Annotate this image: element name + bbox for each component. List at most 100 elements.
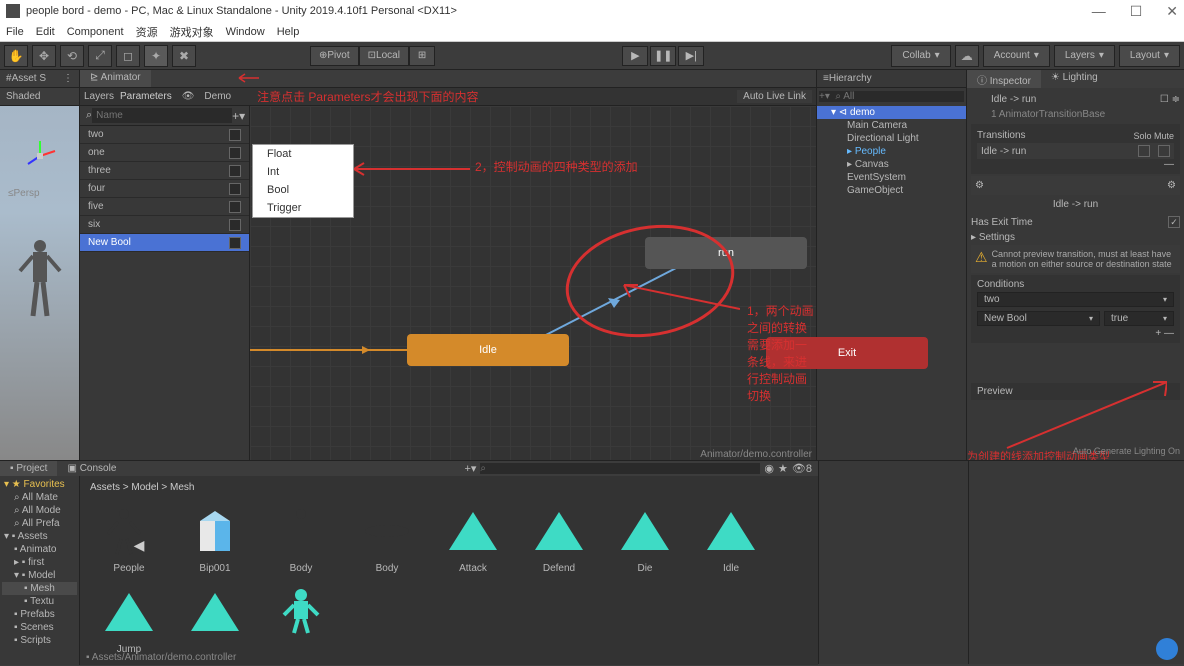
menu-component[interactable]: Component [67, 26, 124, 38]
orientation-gizmo[interactable] [20, 136, 60, 176]
pivot-toggle[interactable]: ⊕ Pivot [310, 46, 359, 66]
asset-attack[interactable]: Attack [434, 501, 512, 574]
scene-tab[interactable]: # Asset S ⋮ [0, 70, 79, 88]
animator-tab[interactable]: ⊵ Animator [80, 70, 151, 87]
gear-icon[interactable]: ⚙ [975, 180, 984, 191]
transition-row[interactable]: Idle -> run [981, 146, 1026, 157]
scale-tool[interactable]: ⤢ [88, 45, 112, 67]
type-int[interactable]: Int [253, 163, 353, 181]
node-run[interactable]: run [645, 237, 807, 269]
collab-dropdown[interactable]: Collab ▾ [891, 45, 950, 67]
hierarchy-header[interactable]: ≡ Hierarchy [817, 70, 966, 88]
pause-button[interactable]: ❚❚ [650, 46, 676, 66]
minimize-button[interactable]: — [1092, 3, 1106, 20]
project-search[interactable] [480, 463, 760, 474]
has-exit-checkbox[interactable] [1168, 216, 1180, 228]
star-icon[interactable]: ★ [778, 462, 788, 475]
hier-scene[interactable]: ▾ ⊲ demo [817, 106, 966, 119]
transform-tool[interactable]: ✦ [144, 45, 168, 67]
param-three[interactable]: three [80, 162, 249, 180]
shaded-dropdown[interactable]: Shaded [0, 88, 79, 106]
add-parameter-button[interactable]: +▾ [232, 109, 245, 123]
asset-body2[interactable]: Body [348, 501, 426, 574]
fav-pref[interactable]: ⌕ All Prefa [2, 517, 77, 530]
menu-assets[interactable]: 资源 [136, 24, 158, 40]
step-button[interactable]: ▶| [678, 46, 704, 66]
assets-folder[interactable]: ▾ ▪ Assets [2, 530, 77, 543]
asset-bip001[interactable]: Bip001 [176, 501, 254, 574]
preview-header[interactable]: Preview [971, 383, 1180, 400]
param-search-input[interactable] [92, 108, 232, 123]
menu-window[interactable]: Window [226, 26, 265, 38]
close-button[interactable]: ✕ [1166, 3, 1178, 20]
fav-mode[interactable]: ⌕ All Mode [2, 504, 77, 517]
param-newbool[interactable]: New Bool [80, 234, 249, 252]
layers-tab[interactable]: Layers [84, 91, 114, 102]
hier-camera[interactable]: Main Camera [817, 119, 966, 132]
hier-gameobject[interactable]: GameObject [817, 184, 966, 197]
scene-view[interactable]: ≤Persp [0, 106, 79, 460]
folder-animato[interactable]: ▪ Animato [2, 543, 77, 556]
folder-scenes[interactable]: ▪ Scenes [2, 621, 77, 634]
console-tab[interactable]: ▣ Console [57, 461, 126, 476]
hier-eventsystem[interactable]: EventSystem [817, 171, 966, 184]
filter-icon[interactable]: ◉ [764, 462, 774, 475]
chat-icon[interactable] [1156, 638, 1178, 660]
type-float[interactable]: Float [253, 145, 353, 163]
node-idle[interactable]: Idle [407, 334, 569, 366]
menu-edit[interactable]: Edit [36, 26, 55, 38]
move-tool[interactable]: ✥ [32, 45, 56, 67]
custom-tool[interactable]: ✖ [172, 45, 196, 67]
asset-jump[interactable]: Jump [90, 582, 168, 655]
folder-first[interactable]: ▸ ▪ first [2, 556, 77, 569]
hand-tool[interactable]: ✋ [4, 45, 28, 67]
add-button[interactable]: +▾ [464, 462, 476, 475]
hidden-icon[interactable]: 👁8 [792, 462, 812, 475]
local-toggle[interactable]: ⊡ Local [359, 46, 409, 66]
type-trigger[interactable]: Trigger [253, 199, 353, 217]
project-tab[interactable]: ▪ Project [0, 461, 57, 476]
folder-prefabs[interactable]: ▪ Prefabs [2, 608, 77, 621]
rect-tool[interactable]: ◻ [116, 45, 140, 67]
play-button[interactable]: ▶ [622, 46, 648, 66]
folder-mesh[interactable]: ▪ Mesh [2, 582, 77, 595]
hierarchy-search[interactable] [819, 91, 964, 102]
cloud-icon[interactable]: ☁ [955, 45, 979, 67]
condition-1-param[interactable]: two [977, 292, 1174, 307]
eye-icon[interactable]: 👁 [182, 91, 195, 102]
fav-mat[interactable]: ⌕ All Mate [2, 491, 77, 504]
condition-2-param[interactable]: New Bool [977, 311, 1100, 326]
type-bool[interactable]: Bool [253, 181, 353, 199]
settings-toggle[interactable]: ▸ Settings [971, 232, 1015, 243]
maximize-button[interactable]: ☐ [1130, 3, 1143, 20]
param-four[interactable]: four [80, 180, 249, 198]
condition-2-value[interactable]: true [1104, 311, 1174, 326]
asset-die[interactable]: Die [606, 501, 684, 574]
param-five[interactable]: five [80, 198, 249, 216]
layout-dropdown[interactable]: Layout ▾ [1119, 45, 1180, 67]
param-one[interactable]: one [80, 144, 249, 162]
hier-canvas[interactable]: ▸ Canvas [817, 158, 966, 171]
favorites-folder[interactable]: ▾ ★ Favorites [2, 478, 77, 491]
param-two[interactable]: two [80, 126, 249, 144]
parameters-tab[interactable]: Parameters [120, 91, 172, 102]
param-six[interactable]: six [80, 216, 249, 234]
inspector-tab[interactable]: ⓘ Inspector [967, 70, 1041, 88]
asset-defend[interactable]: Defend [520, 501, 598, 574]
menu-help[interactable]: Help [277, 26, 300, 38]
add-condition-button[interactable]: + [1155, 328, 1161, 339]
character-model[interactable] [15, 236, 65, 336]
hier-light[interactable]: Directional Light [817, 132, 966, 145]
hier-people[interactable]: ▸ People [817, 145, 966, 158]
folder-scripts[interactable]: ▪ Scripts [2, 634, 77, 647]
folder-model[interactable]: ▾ ▪ Model [2, 569, 77, 582]
auto-live-link[interactable]: Auto Live Link [737, 90, 812, 103]
menu-gameobject[interactable]: 游戏对象 [170, 24, 214, 40]
rotate-tool[interactable]: ⟲ [60, 45, 84, 67]
snap-toggle[interactable]: ⊞ [409, 46, 435, 66]
breadcrumb[interactable]: Assets > Model > Mesh [84, 480, 814, 495]
account-dropdown[interactable]: Account ▾ [983, 45, 1050, 67]
asset-extra1[interactable] [176, 582, 254, 655]
asset-extra2[interactable] [262, 582, 340, 655]
menu-file[interactable]: File [6, 26, 24, 38]
